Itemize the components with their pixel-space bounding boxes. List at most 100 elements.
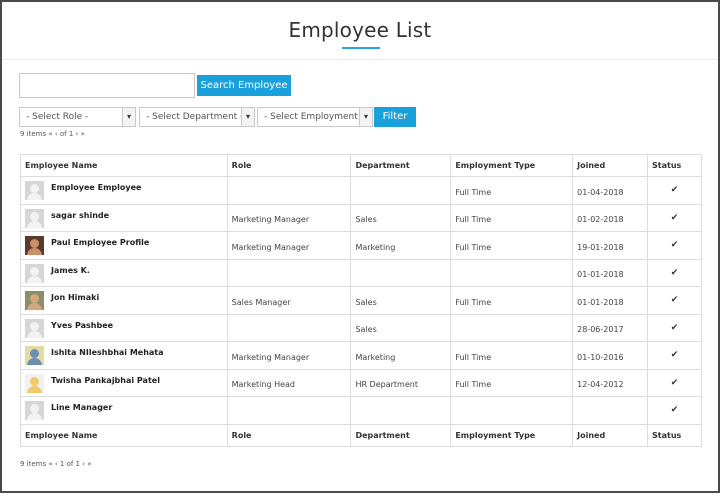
role-cell	[226, 176, 352, 205]
avatar	[25, 236, 44, 255]
search-input[interactable]	[19, 73, 195, 98]
select-role-value: - Select Role -	[26, 112, 89, 122]
status-check-icon: ✔	[647, 258, 702, 287]
select-department[interactable]: - Select Department - ▾	[139, 107, 255, 127]
table-row: Twisha Pankajbhai Patel Marketing Head HR …	[20, 368, 702, 397]
department-cell: Sales	[350, 203, 452, 232]
joined-cell: 01-10-2016	[572, 341, 649, 370]
employment-type-cell	[450, 313, 574, 342]
status-check-icon: ✔	[647, 368, 702, 397]
employee-name[interactable]: Ishita NIleshbhai Mehata	[51, 348, 164, 357]
page-title: Employee List	[288, 18, 432, 42]
department-cell: Sales	[350, 286, 452, 315]
employment-type-cell: Full Time	[450, 203, 574, 232]
chevron-down-icon: ▾	[241, 108, 254, 126]
department-cell: Marketing	[350, 341, 452, 370]
role-cell	[226, 313, 352, 342]
employment-type-cell	[450, 396, 574, 425]
table-header-row: Employee Name Role Department Employment…	[20, 154, 702, 177]
employee-name-cell[interactable]: Jon Himaki	[20, 286, 228, 315]
chevron-down-icon: ▾	[359, 108, 372, 126]
role-cell: Sales Manager	[226, 286, 352, 315]
filter-button[interactable]: Filter	[374, 107, 416, 127]
search-employee-button[interactable]: Search Employee	[197, 75, 291, 96]
employee-name[interactable]: Yves Pashbee	[51, 321, 113, 330]
status-check-icon: ✔	[647, 396, 702, 425]
column-footer: Department	[350, 423, 452, 447]
employee-name[interactable]: Jon Himaki	[51, 293, 99, 302]
select-role[interactable]: - Select Role - ▾	[19, 107, 136, 127]
select-employment-type[interactable]: - Select Employment Ty ▾	[257, 107, 373, 127]
column-footer: Role	[226, 423, 352, 447]
status-check-icon: ✔	[647, 341, 702, 370]
employee-name-cell[interactable]: Twisha Pankajbhai Patel	[20, 368, 228, 397]
role-cell: Marketing Head	[226, 368, 352, 397]
employee-name[interactable]: James K.	[51, 266, 90, 275]
employment-type-cell: Full Time	[450, 341, 574, 370]
column-header: Status	[647, 154, 702, 177]
joined-cell: 12-04-2012	[572, 368, 649, 397]
avatar	[25, 318, 44, 338]
page-frame: Employee List Search Employee - Select R…	[0, 0, 720, 493]
department-cell: Sales	[350, 313, 452, 342]
employee-name-cell[interactable]: Line Manager	[20, 396, 228, 425]
table-row: sagar shinde Marketing Manager Sales Full T…	[20, 203, 702, 232]
employee-name-cell[interactable]: sagar shinde	[20, 203, 228, 232]
column-footer: Employee Name	[20, 423, 228, 447]
department-cell	[350, 176, 452, 205]
joined-cell: 01-01-2018	[572, 286, 649, 315]
employee-name-cell[interactable]: James K.	[20, 258, 228, 287]
avatar	[25, 373, 44, 393]
employment-type-cell: Full Time	[450, 368, 574, 397]
role-cell	[226, 258, 352, 287]
department-cell: Marketing	[350, 231, 452, 260]
column-header: Employee Name	[20, 154, 228, 177]
employee-name[interactable]: sagar shinde	[51, 211, 109, 220]
select-employment-type-value: - Select Employment Ty	[264, 112, 371, 122]
employee-name-cell[interactable]: Ishita NIleshbhai Mehata	[20, 341, 228, 370]
avatar	[25, 263, 44, 283]
avatar	[25, 291, 44, 310]
employee-name[interactable]: Line Manager	[51, 403, 112, 412]
employee-name[interactable]: Twisha Pankajbhai Patel	[51, 376, 160, 385]
table-row: James K. 01-01-2018 ✔	[20, 258, 702, 287]
role-cell: Marketing Manager	[226, 341, 352, 370]
pagination-bottom[interactable]: 9 items « ‹ 1 of 1 › »	[20, 460, 92, 468]
column-header: Role	[226, 154, 352, 177]
employee-name-cell[interactable]: Yves Pashbee	[20, 313, 228, 342]
employment-type-cell: Full Time	[450, 231, 574, 260]
avatar	[25, 346, 44, 365]
employment-type-cell: Full Time	[450, 176, 574, 205]
joined-cell: 19-01-2018	[572, 231, 649, 260]
role-cell	[226, 396, 352, 425]
status-check-icon: ✔	[647, 176, 702, 205]
joined-cell: 28-06-2017	[572, 313, 649, 342]
avatar	[25, 401, 44, 420]
table-row: Ishita NIleshbhai Mehata Marketing Manage…	[20, 341, 702, 370]
table-row: Line Manager ✔	[20, 396, 702, 425]
column-footer: Joined	[572, 423, 649, 447]
employee-table: Employee Name Role Department Employment…	[20, 154, 702, 447]
joined-cell: 01-04-2018	[572, 176, 649, 205]
joined-cell	[572, 396, 649, 425]
column-footer: Status	[647, 423, 702, 447]
department-cell	[350, 396, 452, 425]
employee-name-cell[interactable]: Paul Employee Profile	[20, 231, 228, 260]
employee-name[interactable]: Paul Employee Profile	[51, 238, 149, 247]
avatar	[25, 181, 44, 200]
employment-type-cell: Full Time	[450, 286, 574, 315]
pagination-top[interactable]: 9 items « ‹ of 1 › »	[20, 130, 85, 138]
table-row: Jon Himaki Sales Manager Sales Full Time 01-…	[20, 286, 702, 315]
employee-name[interactable]: Employee Employee	[51, 183, 141, 192]
page-header: Employee List	[2, 2, 718, 60]
employee-name-cell[interactable]: Employee Employee	[20, 176, 228, 205]
role-cell: Marketing Manager	[226, 231, 352, 260]
employment-type-cell	[450, 258, 574, 287]
table-footer-row: Employee Name Role Department Employment…	[20, 423, 702, 447]
avatar	[25, 208, 44, 228]
select-department-value: - Select Department -	[146, 112, 244, 122]
title-underline	[342, 47, 380, 49]
joined-cell: 01-01-2018	[572, 258, 649, 287]
column-header: Joined	[572, 154, 649, 177]
table-row: Paul Employee Profile Marketing Manager Ma…	[20, 231, 702, 260]
